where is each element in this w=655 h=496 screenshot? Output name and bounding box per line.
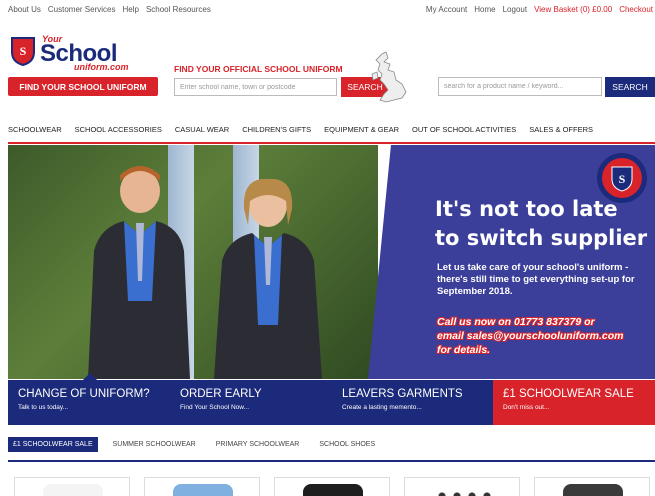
finder-title: FIND YOUR OFFICIAL SCHOOL UNIFORM [174,64,343,74]
product-image [433,484,493,496]
student-girl-image [214,178,322,379]
hero-contact-cta[interactable]: Call us now on 01773 837379 or email sal… [437,315,652,357]
hero-headline-line-2: to switch supplier [435,226,648,250]
promo-subtitle: Create a lasting memento... [342,404,422,411]
my-account-link[interactable]: My Account [426,5,467,14]
promo-schoolwear-sale[interactable]: £1 SCHOOLWEAR SALE Don't miss out... [493,380,655,425]
promo-title: £1 SCHOOLWEAR SALE [503,388,634,400]
product-card[interactable] [534,477,650,496]
view-basket-link[interactable]: View Basket (0) £0.00 [534,5,612,14]
product-search-input[interactable] [438,77,602,96]
top-utility-bar: About Us Customer Services Help School R… [0,0,655,18]
product-card[interactable] [404,477,520,496]
promo-strip: CHANGE OF UNIFORM? Talk to us today... O… [8,373,655,425]
top-right-links: My Account Home Logout View Basket (0) £… [426,5,653,14]
nav-item-casual-wear[interactable]: CASUAL WEAR [175,125,229,134]
nav-item-schoolwear[interactable]: SCHOOLWEAR [8,125,62,134]
school-resources-link[interactable]: School Resources [146,5,211,14]
tab-primary-schoolwear[interactable]: PRIMARY SCHOOLWEAR [211,437,305,452]
tab-school-shoes[interactable]: SCHOOL SHOES [314,437,380,452]
about-us-link[interactable]: About Us [8,5,41,14]
nav-item-childrens-gifts[interactable]: CHILDREN'S GIFTS [242,125,311,134]
nav-item-sales-offers[interactable]: SALES & OFFERS [529,125,593,134]
product-card[interactable] [274,477,390,496]
product-card[interactable] [144,477,260,496]
promo-subtitle: Don't miss out... [503,404,550,411]
school-crest-icon: S [11,37,35,66]
tabs-divider [8,460,655,462]
product-card[interactable] [14,477,130,496]
top-left-links: About Us Customer Services Help School R… [8,5,211,14]
promo-change-of-uniform[interactable]: CHANGE OF UNIFORM? Talk to us today... [8,373,170,425]
promo-pointer [82,373,98,381]
product-grid [14,477,650,496]
promo-order-early[interactable]: ORDER EARLY Find Your School Now... [170,380,332,425]
svg-text:S: S [20,44,27,58]
hero-headline: It's not too late to switch supplier [435,195,650,253]
promo-title: ORDER EARLY [180,388,262,400]
product-image [563,484,623,496]
logout-link[interactable]: Logout [503,5,527,14]
customer-services-link[interactable]: Customer Services [48,5,116,14]
student-boy-image [88,166,190,379]
nav-item-out-of-school[interactable]: OUT OF SCHOOL ACTIVITIES [412,125,516,134]
help-link[interactable]: Help [122,5,138,14]
tab-schoolwear-sale[interactable]: £1 SCHOOLWEAR SALE [8,437,98,452]
hero-headline-line-1: It's not too late [435,197,618,221]
find-school-uniform-button[interactable]: FIND YOUR SCHOOL UNIFORM [8,77,158,96]
promo-leavers-garments[interactable]: LEAVERS GARMENTS Create a lasting mement… [332,380,493,425]
hero-banner[interactable]: S It's not too late to switch supplier L… [8,145,655,379]
product-search-button[interactable]: SEARCH [605,77,655,97]
hero-cta-line-1: Call us now on 01773 837379 or [437,316,595,328]
logo-uniform-text: uniform.com [74,62,129,72]
hero-subtext: Let us take care of your school's unifor… [437,262,635,297]
uk-map-icon [371,51,407,103]
svg-text:S: S [619,172,626,186]
product-image [173,484,233,496]
product-image [303,484,363,496]
promo-subtitle: Find Your School Now... [180,404,250,411]
hero-cta-line-3: for details. [437,344,491,356]
hero-cta-line-2: email sales@yourschooluniform.com [437,330,624,342]
promo-title: CHANGE OF UNIFORM? [18,388,150,400]
nav-divider [8,142,655,144]
promo-title: LEAVERS GARMENTS [342,388,463,400]
school-search-input[interactable] [174,78,337,96]
checkout-link[interactable]: Checkout [619,5,653,14]
nav-item-school-accessories[interactable]: SCHOOL ACCESSORIES [75,125,162,134]
home-link[interactable]: Home [474,5,495,14]
site-logo[interactable]: S Your School uniform.com [8,32,138,74]
promo-subtitle: Talk to us today... [18,404,69,411]
product-tabs: £1 SCHOOLWEAR SALE SUMMER SCHOOLWEAR PRI… [8,437,380,452]
tab-summer-schoolwear[interactable]: SUMMER SCHOOLWEAR [108,437,201,452]
nav-item-equipment-gear[interactable]: EQUIPMENT & GEAR [324,125,399,134]
main-navigation: SCHOOLWEAR SCHOOL ACCESSORIES CASUAL WEA… [8,125,593,134]
product-image [43,484,103,496]
